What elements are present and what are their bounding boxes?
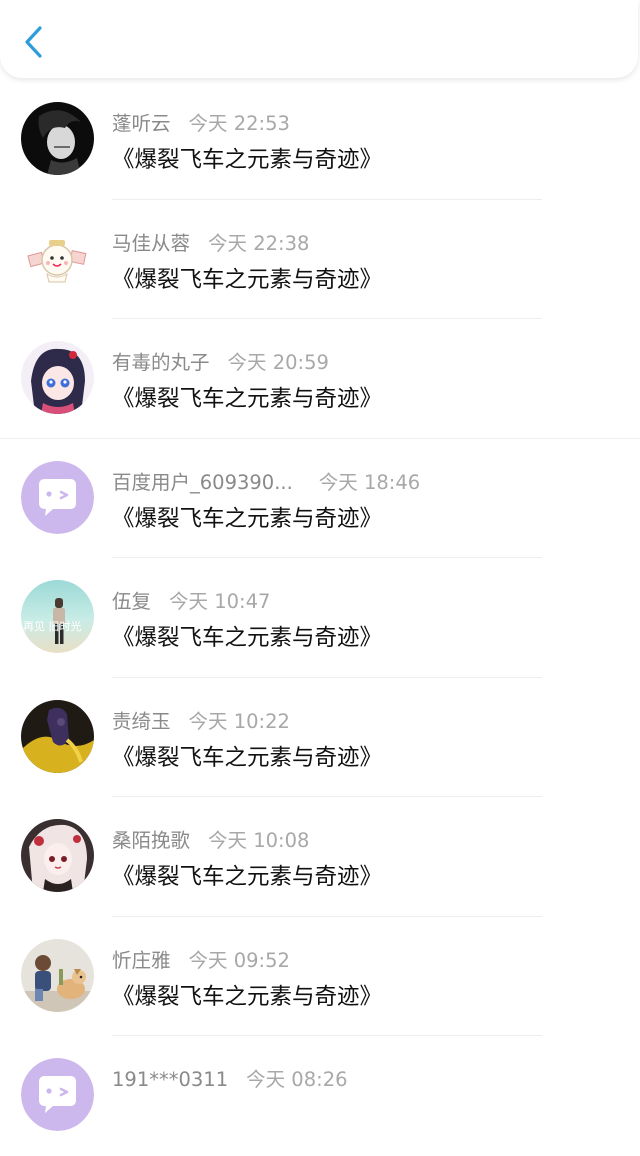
- item-meta: 蓬听云 今天 22:53: [112, 107, 290, 136]
- comment-text: 《爆裂飞车之元素与奇迹》: [112, 864, 383, 890]
- comment-text: 《爆裂飞车之元素与奇迹》: [112, 147, 383, 173]
- avatar[interactable]: 再见 旧时光: [21, 580, 94, 653]
- user-name[interactable]: 伍复: [112, 585, 151, 614]
- timestamp: 今天 20:59: [227, 351, 329, 374]
- item-meta: 191***0311 今天 08:26: [112, 1063, 348, 1092]
- user-name[interactable]: 桑陌挽歌: [112, 824, 190, 853]
- user-name[interactable]: 蓬听云: [112, 107, 171, 136]
- user-name[interactable]: 马佳从蓉: [112, 227, 190, 256]
- avatar[interactable]: [21, 819, 94, 892]
- comment-list: 蓬听云 今天 22:53 《爆裂飞车之元素与奇迹》 马佳从蓉 今天 22:38 …: [0, 80, 640, 1156]
- user-name[interactable]: 责绮玉: [112, 705, 171, 734]
- comment-text: 《爆裂飞车之元素与奇迹》: [112, 744, 383, 771]
- comment-text: 《爆裂飞车之元素与奇迹》: [112, 505, 383, 532]
- list-item[interactable]: 蓬听云 今天 22:53 《爆裂飞车之元素与奇迹》: [0, 80, 640, 200]
- item-meta: 百度用户_609390... 今天 18:46: [112, 466, 420, 495]
- item-meta: 桑陌挽歌 今天 10:08: [112, 824, 309, 853]
- list-item[interactable]: 191***0311 今天 08:26: [0, 1036, 640, 1156]
- avatar[interactable]: [21, 699, 94, 773]
- item-meta: 马佳从蓉 今天 22:38: [112, 227, 309, 256]
- timestamp: 今天 10:47: [169, 590, 271, 613]
- timestamp: 今天 09:52: [188, 948, 290, 972]
- user-name[interactable]: 191***0311: [112, 1068, 228, 1091]
- list-item[interactable]: 责绮玉 今天 10:22 《爆裂飞车之元素与奇迹》: [0, 678, 640, 797]
- top-bar: [0, 0, 638, 78]
- list-item[interactable]: 有毒的丸子 今天 20:59 《爆裂飞车之元素与奇迹》: [0, 319, 640, 439]
- timestamp: 今天 18:46: [318, 470, 421, 494]
- timestamp: 今天 22:53: [188, 112, 290, 135]
- timestamp: 今天 22:38: [208, 231, 310, 255]
- item-meta: 忻庄雅 今天 09:52: [112, 944, 290, 973]
- list-item[interactable]: 再见 旧时光 伍复 今天 10:47 《爆裂飞车之元素与奇迹》: [0, 558, 640, 678]
- user-name[interactable]: 忻庄雅: [112, 944, 171, 973]
- list-item[interactable]: 百度用户_609390... 今天 18:46 《爆裂飞车之元素与奇迹》: [0, 439, 640, 558]
- avatar[interactable]: [21, 1058, 94, 1131]
- list-item[interactable]: 马佳从蓉 今天 22:38 《爆裂飞车之元素与奇迹》: [0, 200, 640, 319]
- timestamp: 今天 10:22: [188, 709, 290, 733]
- item-meta: 责绮玉 今天 10:22: [112, 705, 290, 734]
- avatar[interactable]: [21, 102, 94, 175]
- comment-text: 《爆裂飞车之元素与奇迹》: [112, 625, 383, 651]
- comment-text: 《爆裂飞车之元素与奇迹》: [112, 983, 383, 1010]
- back-button[interactable]: [14, 22, 54, 62]
- avatar[interactable]: [21, 938, 94, 1012]
- item-meta: 伍复 今天 10:47: [112, 585, 270, 614]
- list-item[interactable]: 桑陌挽歌 今天 10:08 《爆裂飞车之元素与奇迹》: [0, 797, 640, 917]
- timestamp: 今天 08:26: [246, 1068, 348, 1091]
- comment-text: 《爆裂飞车之元素与奇迹》: [112, 386, 383, 412]
- chevron-left-icon: [25, 26, 42, 58]
- list-item[interactable]: 忻庄雅 今天 09:52 《爆裂飞车之元素与奇迹》: [0, 917, 640, 1036]
- user-name[interactable]: 有毒的丸子: [112, 346, 210, 375]
- user-name[interactable]: 百度用户_609390...: [112, 466, 293, 495]
- timestamp: 今天 10:08: [208, 829, 310, 852]
- avatar-caption: 再见 旧时光: [23, 619, 82, 633]
- avatar[interactable]: [21, 460, 94, 534]
- item-meta: 有毒的丸子 今天 20:59: [112, 346, 329, 375]
- avatar[interactable]: [21, 341, 94, 414]
- avatar[interactable]: [21, 221, 94, 295]
- comment-text: 《爆裂飞车之元素与奇迹》: [112, 266, 383, 293]
